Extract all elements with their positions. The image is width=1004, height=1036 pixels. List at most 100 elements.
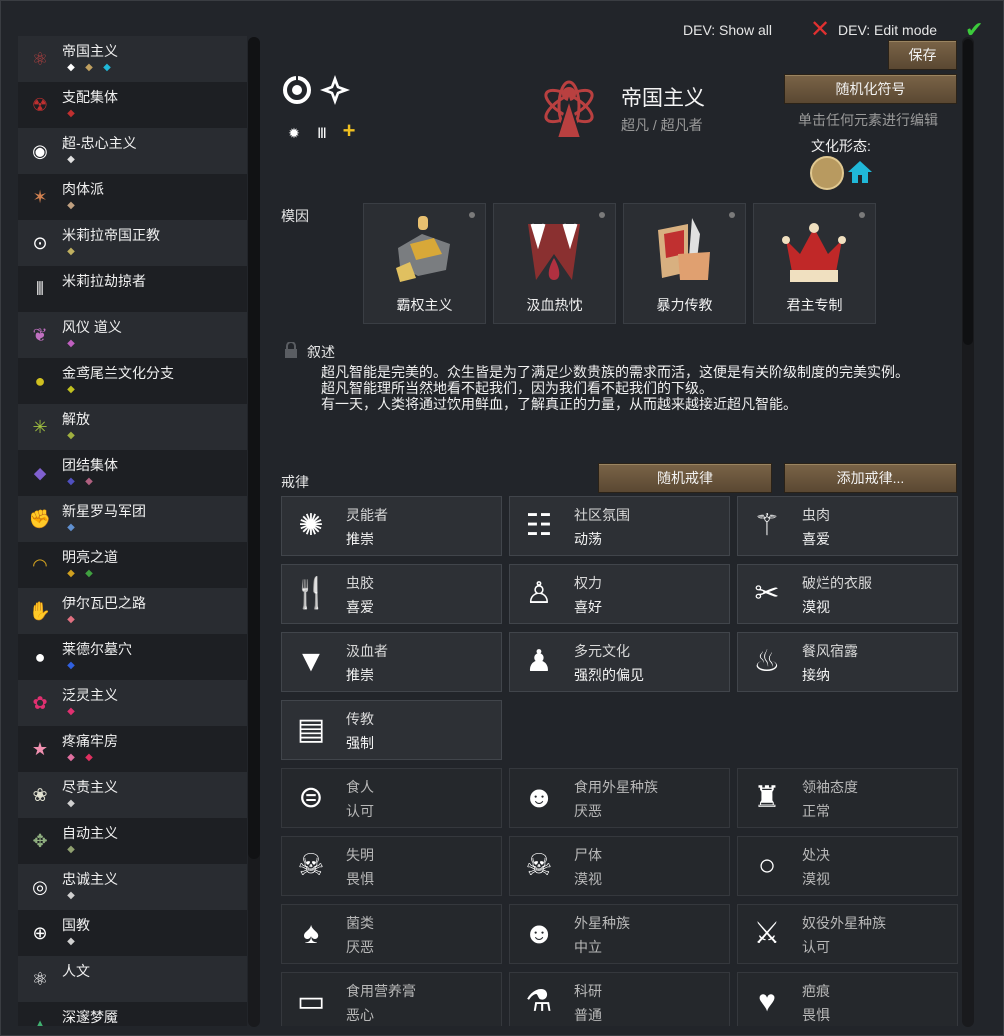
precept-card[interactable]: ⚚ 虫肉 喜爱 xyxy=(737,496,958,556)
precept-card[interactable]: ♥ 疤痕 畏惧 xyxy=(737,972,958,1026)
precept-value: 认可 xyxy=(346,803,374,819)
precept-value: 正常 xyxy=(802,803,830,819)
sidebar-item-meme-icons: ◆ xyxy=(64,704,78,720)
culture-label: 文化形态: xyxy=(811,138,871,154)
precept-card[interactable]: ○ 处决 漠视 xyxy=(737,836,958,896)
chat-people-icon: ☷ xyxy=(525,509,553,542)
sidebar-item-meme-icons: ◆ ◆ xyxy=(64,566,96,582)
sidebar-scroll-thumb[interactable] xyxy=(248,37,260,859)
precept-card[interactable]: ▼ 汲血者 推崇 xyxy=(281,632,502,692)
sidebar-item[interactable]: ● 金鸢尾兰文化分支 ◆ xyxy=(18,358,247,404)
sidebar-item-label: 新星罗马军团 xyxy=(62,503,146,519)
precept-card[interactable]: ✺ 灵能者 推崇 xyxy=(281,496,502,556)
meme-mini-icon: ◆ xyxy=(67,614,75,625)
main-scroll-thumb[interactable] xyxy=(963,39,973,345)
culture-emblem-icon[interactable] xyxy=(810,156,844,190)
sidebar-item-label: 风仪 道义 xyxy=(62,319,122,335)
sidebar-item-label: 伊尔瓦巴之路 xyxy=(62,595,146,611)
precept-card[interactable]: ♟ 多元文化 强烈的偏见 xyxy=(509,632,730,692)
leader-icon: ♜ xyxy=(753,781,781,814)
torn-clothes-icon: ✂ xyxy=(754,577,780,610)
plus-icon[interactable]: + xyxy=(340,120,358,142)
sidebar-item-meme-icons: ◆ xyxy=(64,428,78,444)
sidebar-item[interactable]: ✊ 新星罗马军团 ◆ xyxy=(18,496,247,542)
precept-card[interactable]: ♜ 领袖态度 正常 xyxy=(737,768,958,828)
sidebar-item[interactable]: ◠ 明亮之道 ◆ ◆ xyxy=(18,542,247,588)
precept-value: 推崇 xyxy=(346,531,374,547)
sidebar-item[interactable]: ⚛ 帝国主义 ◆ ◆ ◆ xyxy=(18,36,247,82)
precept-card[interactable]: 🍴 虫胶 喜爱 xyxy=(281,564,502,624)
sidebar-item-meme-icons: ◆ xyxy=(64,796,78,812)
sidebar-item[interactable]: ★ 疼痛牢房 ◆ ◆ xyxy=(18,726,247,772)
sidebar-item[interactable]: ✶ 肉体派 ◆ xyxy=(18,174,247,220)
meme-mini-icon: ◆ xyxy=(67,890,75,901)
add-precept-button[interactable]: 添加戒律... xyxy=(784,463,957,493)
random-precepts-button[interactable]: 随机戒律 xyxy=(598,463,772,493)
precept-name: 多元文化 xyxy=(574,643,630,659)
style-ring-icon[interactable] xyxy=(281,74,313,106)
precept-card[interactable]: ⚔ 奴役外星种族 认可 xyxy=(737,904,958,964)
sidebar-item-label: 自动主义 xyxy=(62,825,118,841)
sidebar-item-label: 尽责主义 xyxy=(62,779,118,795)
meme-indicator-dot xyxy=(599,212,605,218)
precept-card[interactable]: ⚗ 科研 普通 xyxy=(509,972,730,1026)
meme-card[interactable]: 汲血热忱 xyxy=(493,203,616,324)
yellow-orb-icon: ● xyxy=(34,370,46,391)
randomize-symbol-button[interactable]: 随机化符号 xyxy=(784,74,957,104)
sidebar-item[interactable]: ⦀ 米莉拉劫掠者 xyxy=(18,266,247,312)
precept-card[interactable]: ⊜ 食人 认可 xyxy=(281,768,502,828)
pillar-small-icon[interactable]: Ⅲ xyxy=(313,124,331,142)
precept-card[interactable]: ☠ 失明 畏惧 xyxy=(281,836,502,896)
memes-label: 模因 xyxy=(281,208,309,224)
ideology-title[interactable]: 帝国主义 xyxy=(621,82,705,112)
insect-icon: ⚚ xyxy=(753,509,781,542)
precept-card[interactable]: ▭ 食用营养膏 恶心 xyxy=(281,972,502,1026)
noose-icon: ○ xyxy=(757,849,777,882)
style-sparkle-icon[interactable] xyxy=(319,74,351,106)
precept-card[interactable]: ♙ 权力 喜好 xyxy=(509,564,730,624)
precept-card[interactable]: ▤ 传教 强制 xyxy=(281,700,502,760)
meme-card[interactable]: 霸权主义 xyxy=(363,203,486,324)
sidebar-item[interactable]: ❦ 风仪 道义 ◆ xyxy=(18,312,247,358)
sidebar-item[interactable]: ✳ 解放 ◆ xyxy=(18,404,247,450)
precept-card[interactable]: ♨ 餐风宿露 接纳 xyxy=(737,632,958,692)
precept-card[interactable]: ☻ 外星种族 中立 xyxy=(509,904,730,964)
jelly-fork-icon: 🍴 xyxy=(292,577,330,610)
precept-card[interactable]: ♠ 菌类 厌恶 xyxy=(281,904,502,964)
mushroom-icon: ♠ xyxy=(303,917,319,950)
precept-card[interactable]: ✂ 破烂的衣服 漠视 xyxy=(737,564,958,624)
lock-icon[interactable] xyxy=(284,341,298,358)
sidebar-item[interactable]: ❀ 尽责主义 ◆ xyxy=(18,772,247,818)
sidebar-item-label: 金鸢尾兰文化分支 xyxy=(62,365,174,381)
sidebar-item[interactable]: ✥ 自动主义 ◆ xyxy=(18,818,247,864)
atom-icon: ⚛ xyxy=(31,968,49,989)
narrative-text[interactable]: 超凡智能是完美的。众生皆是为了满足少数贵族的需求而活，这便是有关阶级制度的完美实… xyxy=(321,364,909,412)
sidebar-item[interactable]: ⬥ 团结集体 ◆ ◆ xyxy=(18,450,247,496)
precept-name: 失明 xyxy=(346,847,374,863)
precept-card[interactable]: ☠ 尸体 漠视 xyxy=(509,836,730,896)
save-button[interactable]: 保存 xyxy=(888,40,957,70)
sidebar-item[interactable]: ✋ 伊尔瓦巴之路 ◆ xyxy=(18,588,247,634)
star-burst-icon: ✶ xyxy=(32,186,48,207)
ideology-subtitle[interactable]: 超凡 / 超凡者 xyxy=(621,115,703,135)
precept-value: 中立 xyxy=(574,939,602,955)
sidebar-item[interactable]: ☢ 支配集体 ◆ xyxy=(18,82,247,128)
ideology-symbol-icon[interactable] xyxy=(539,76,599,146)
sun-small-icon[interactable]: ✹ xyxy=(285,124,303,142)
sidebar-item[interactable]: ✿ 泛灵主义 ◆ xyxy=(18,680,247,726)
flower-icon: ✿ xyxy=(32,692,48,713)
sidebar-item[interactable]: ⊕ 国教 ◆ xyxy=(18,910,247,956)
meme-mini-icon: ◆ xyxy=(85,752,93,763)
meme-card[interactable]: 暴力传教 xyxy=(623,203,746,324)
sidebar-item[interactable]: ◉ 超-忠心主义 ◆ xyxy=(18,128,247,174)
sidebar-item[interactable]: ▲ 深邃梦魇 xyxy=(18,1002,247,1026)
precept-card[interactable]: ☷ 社区氛围 动荡 xyxy=(509,496,730,556)
sidebar-item[interactable]: ● 莱德尔墓穴 ◆ xyxy=(18,634,247,680)
meme-card[interactable]: 君主专制 xyxy=(753,203,876,324)
sidebar-item[interactable]: ◎ 忠诚主义 ◆ xyxy=(18,864,247,910)
culture-house-icon[interactable] xyxy=(847,159,873,185)
sidebar-item[interactable]: ⚛ 人文 xyxy=(18,956,247,1002)
laurel-icon: ❦ xyxy=(32,324,48,345)
sidebar-item[interactable]: ⊙ 米莉拉帝国正教 ◆ xyxy=(18,220,247,266)
precept-card[interactable]: ☻ 食用外星种族 厌恶 xyxy=(509,768,730,828)
